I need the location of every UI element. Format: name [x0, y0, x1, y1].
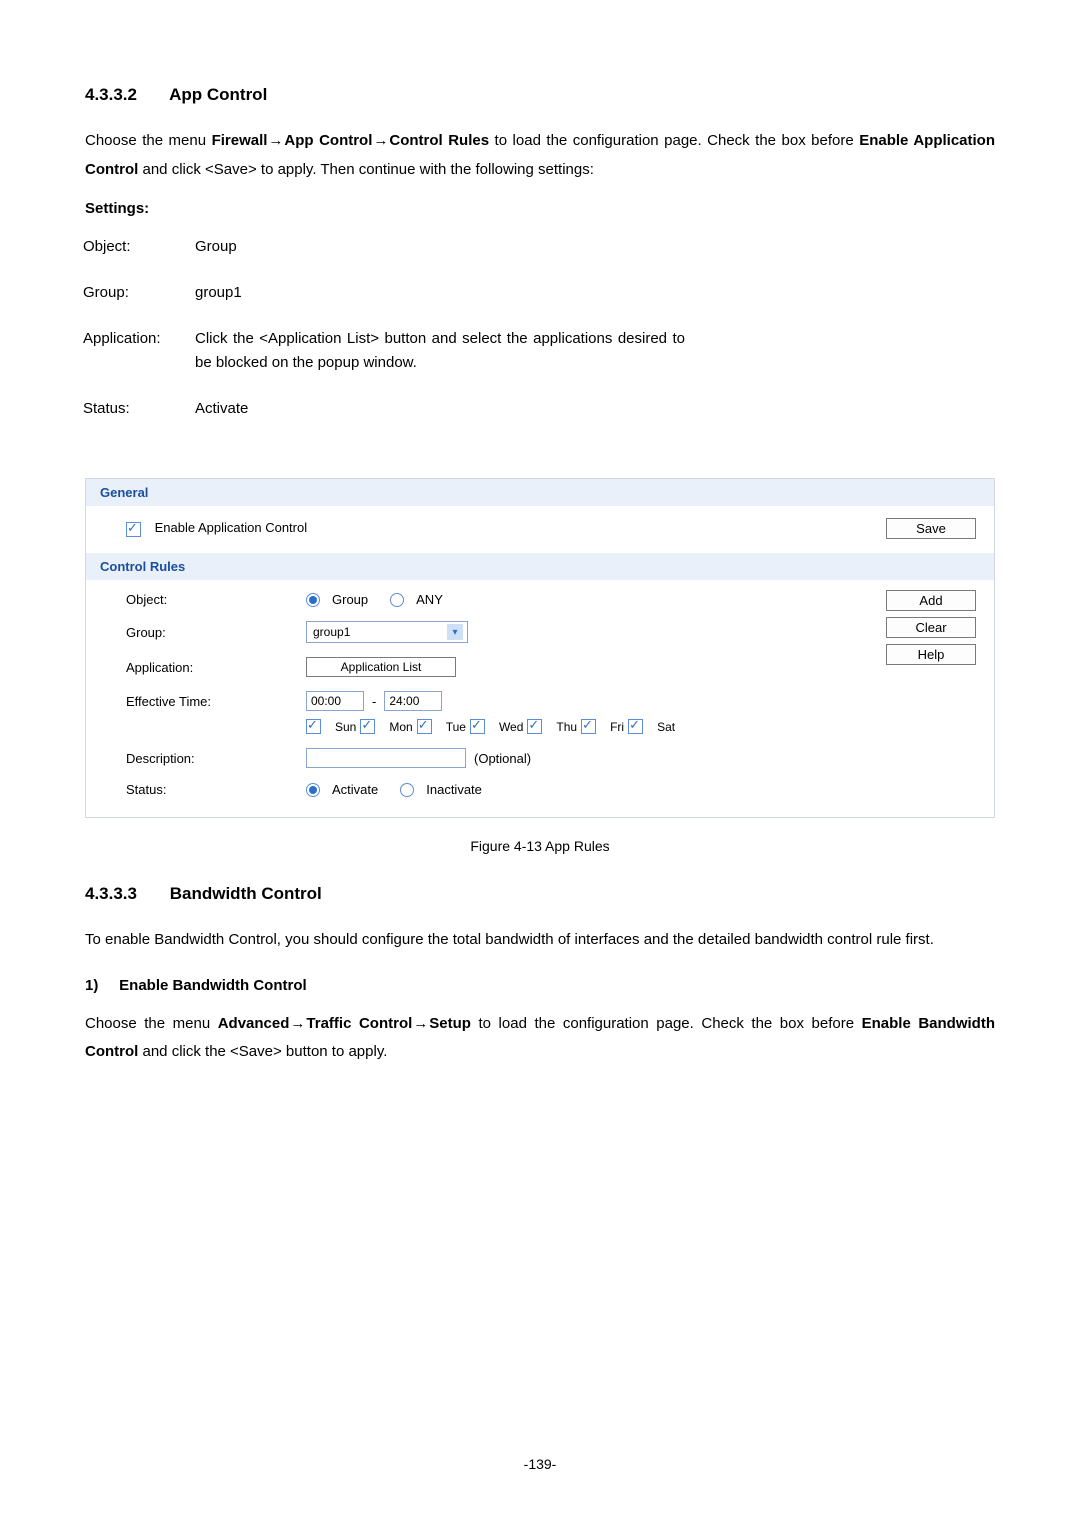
object-radio-group[interactable]: [306, 593, 320, 607]
time-to-input[interactable]: 24:00: [384, 691, 442, 711]
day-sat-label: Sat: [657, 720, 675, 734]
config-panel: General Enable Application Control Save …: [85, 478, 995, 818]
enable-app-control-checkbox[interactable]: [126, 522, 141, 537]
status-label: Status:: [126, 782, 306, 797]
day-mon-label: Mon: [389, 720, 412, 734]
section-number: 4.3.3.2: [85, 85, 137, 105]
settings-application-value: Click the <Application List> button and …: [195, 327, 695, 397]
settings-status-value: Activate: [195, 397, 695, 443]
day-wed-label: Wed: [499, 720, 523, 734]
general-body: Enable Application Control Save: [86, 506, 994, 553]
control-rules-body: Add Clear Help Object: Group ANY Group:: [86, 580, 994, 817]
section2-number: 4.3.3.3: [85, 884, 137, 904]
general-header: General: [86, 479, 994, 506]
section2-intro: To enable Bandwidth Control, you should …: [85, 926, 995, 955]
figure-caption: Figure 4-13 App Rules: [85, 838, 995, 854]
settings-object-label: Object:: [83, 235, 195, 281]
object-radio-group-label: Group: [332, 592, 368, 607]
section2-sub-number: 1): [85, 977, 115, 994]
time-dash: -: [372, 694, 376, 709]
application-list-button[interactable]: Application List: [306, 657, 456, 677]
section-heading-app-control: 4.3.3.2 App Control: [85, 85, 995, 105]
section2-sub-heading: 1) Enable Bandwidth Control: [85, 977, 995, 994]
group-select-value: group1: [313, 625, 350, 639]
save-button[interactable]: Save: [886, 518, 976, 539]
day-sat-checkbox[interactable]: [628, 719, 643, 734]
section1-intro: Choose the menu Firewall→App Control→Con…: [85, 127, 995, 184]
page-number: -139-: [0, 1456, 1080, 1472]
side-button-stack: Add Clear Help: [886, 590, 976, 665]
section-heading-bandwidth: 4.3.3.3 Bandwidth Control: [85, 884, 995, 904]
day-sun-checkbox[interactable]: [306, 719, 321, 734]
object-radio-any[interactable]: [390, 593, 404, 607]
day-wed-checkbox[interactable]: [470, 719, 485, 734]
section2-para: Choose the menu Advanced→Traffic Control…: [85, 1010, 995, 1067]
section2-title: Bandwidth Control: [170, 884, 322, 903]
settings-group-value: group1: [195, 281, 695, 327]
time-from-input[interactable]: 00:00: [306, 691, 364, 711]
group-select[interactable]: group1 ▾: [306, 621, 468, 643]
days-row: Sun Mon Tue Wed Thu Fri Sat: [306, 719, 976, 734]
effective-time-label: Effective Time:: [126, 694, 306, 709]
status-radio-activate[interactable]: [306, 783, 320, 797]
object-radio-any-label: ANY: [416, 592, 443, 607]
status-inactivate-label: Inactivate: [426, 782, 482, 797]
settings-heading: Settings:: [85, 200, 995, 217]
description-input[interactable]: [306, 748, 466, 768]
day-mon-checkbox[interactable]: [360, 719, 375, 734]
settings-application-label: Application:: [83, 327, 195, 397]
settings-object-value: Group: [195, 235, 695, 281]
status-radio-inactivate[interactable]: [400, 783, 414, 797]
enable-app-control-row: Enable Application Control: [126, 520, 307, 536]
add-button[interactable]: Add: [886, 590, 976, 611]
day-sun-label: Sun: [335, 720, 356, 734]
day-fri-label: Fri: [610, 720, 624, 734]
status-activate-label: Activate: [332, 782, 378, 797]
clear-button[interactable]: Clear: [886, 617, 976, 638]
settings-table: Object: Group Group: group1 Application:…: [83, 235, 695, 443]
chevron-down-icon: ▾: [447, 624, 463, 640]
control-rules-header: Control Rules: [86, 553, 994, 580]
help-button[interactable]: Help: [886, 644, 976, 665]
settings-status-label: Status:: [83, 397, 195, 443]
settings-group-label: Group:: [83, 281, 195, 327]
group-label: Group:: [126, 625, 306, 640]
description-optional: (Optional): [474, 751, 531, 766]
object-label: Object:: [126, 592, 306, 607]
day-tue-label: Tue: [446, 720, 466, 734]
day-fri-checkbox[interactable]: [581, 719, 596, 734]
day-thu-checkbox[interactable]: [527, 719, 542, 734]
day-thu-label: Thu: [556, 720, 577, 734]
day-tue-checkbox[interactable]: [417, 719, 432, 734]
enable-app-control-label: Enable Application Control: [155, 520, 308, 535]
section-title: App Control: [169, 85, 267, 104]
description-label: Description:: [126, 751, 306, 766]
section2-sub-title: Enable Bandwidth Control: [119, 977, 307, 994]
application-label: Application:: [126, 660, 306, 675]
